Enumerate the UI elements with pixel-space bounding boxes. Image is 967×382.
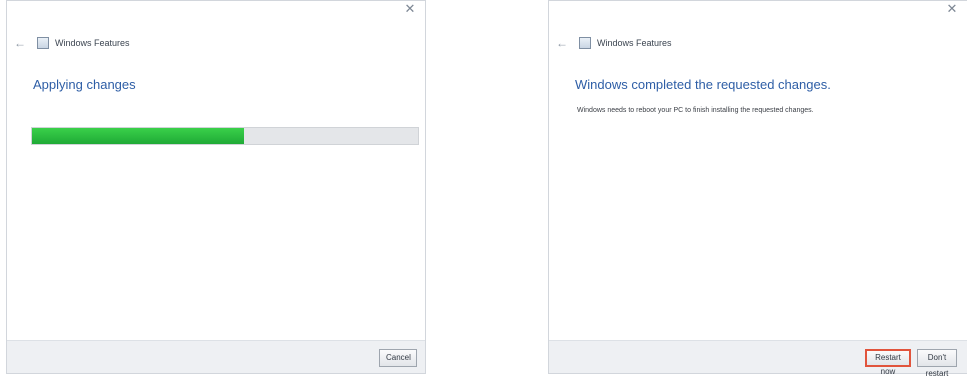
dont-restart-button[interactable]: Don't restart — [917, 349, 957, 378]
dialog-footer: Restart now Don't restart — [549, 340, 967, 378]
close-icon[interactable]: ✕ — [399, 1, 421, 17]
title-bar: ← Windows Features — [555, 34, 672, 52]
back-arrow-icon[interactable]: ← — [13, 36, 27, 50]
back-arrow-icon[interactable]: ← — [555, 36, 569, 50]
progress-bar — [31, 127, 419, 145]
windows-features-icon — [37, 37, 49, 49]
restart-now-button[interactable]: Restart now — [865, 349, 911, 376]
title-bar: ← Windows Features — [13, 34, 130, 52]
progress-bar-fill — [32, 128, 245, 144]
dialog-title: Windows Features — [55, 38, 130, 48]
windows-features-icon — [579, 37, 591, 49]
windows-features-dialog-complete: ✕ ← Windows Features Windows completed t… — [548, 0, 967, 378]
restart-message: Windows needs to reboot your PC to finis… — [577, 107, 814, 114]
dialog-title: Windows Features — [597, 38, 672, 48]
status-heading: Applying changes — [33, 77, 136, 92]
completion-heading: Windows completed the requested changes. — [575, 77, 831, 92]
windows-features-dialog-progress: ✕ ← Windows Features Applying changes Ca… — [6, 0, 426, 374]
cancel-button[interactable]: Cancel — [379, 349, 417, 367]
close-icon[interactable]: ✕ — [941, 1, 963, 17]
dialog-footer: Cancel — [7, 340, 425, 373]
